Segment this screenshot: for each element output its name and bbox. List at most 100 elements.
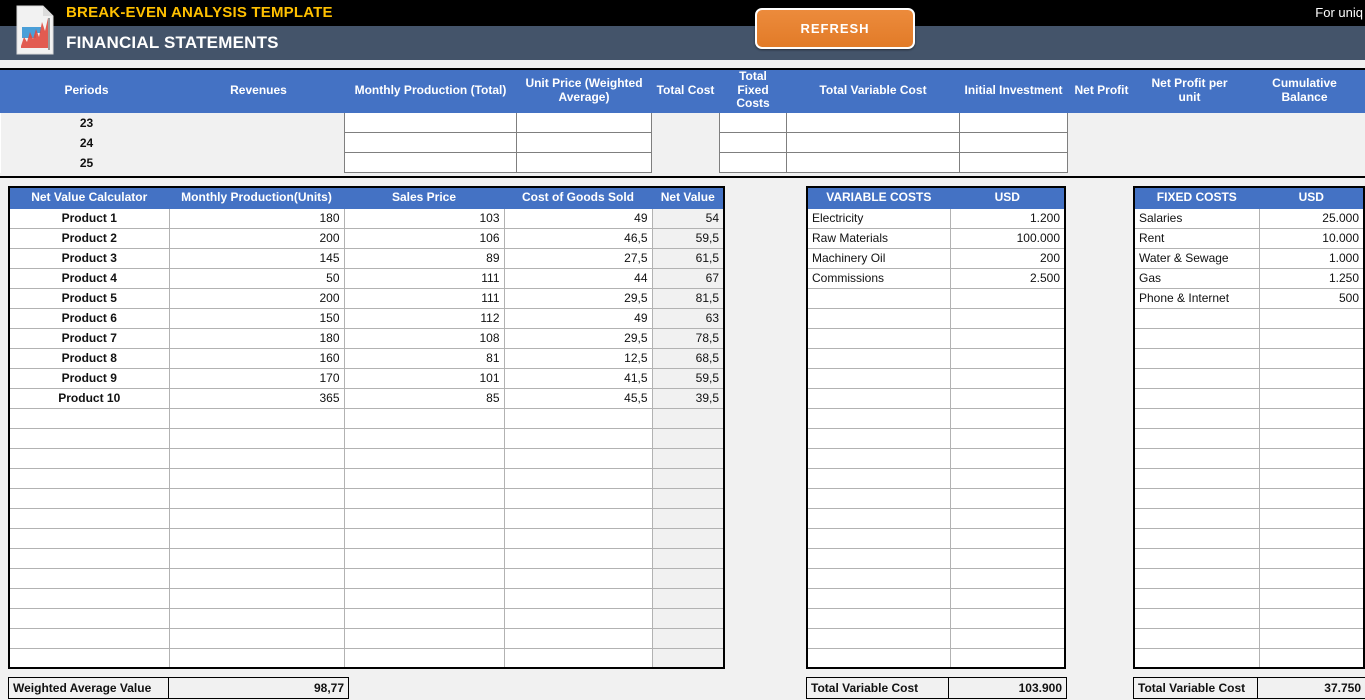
cell-monthly-production[interactable] xyxy=(168,507,345,529)
cell-cost-name[interactable] xyxy=(806,567,951,589)
total-variable-cost-strip[interactable]: Total Variable Cost 103.900 xyxy=(806,677,1067,699)
nvc-row[interactable]: Product 2 200 106 46,5 59,5 xyxy=(8,227,725,249)
variable-cost-row-empty[interactable] xyxy=(806,407,1066,429)
nvc-row[interactable]: Product 8 160 81 12,5 68,5 xyxy=(8,347,725,369)
cell-cost-name[interactable]: Machinery Oil xyxy=(806,247,951,269)
cell-cost-amount[interactable] xyxy=(949,567,1066,589)
cell-monthly-production[interactable]: 365 xyxy=(168,387,345,409)
fixed-cost-row-empty[interactable] xyxy=(1133,567,1365,589)
cell-cost-name[interactable] xyxy=(1133,487,1260,509)
cell-cost-amount[interactable] xyxy=(949,627,1066,649)
cell-cost-amount[interactable] xyxy=(949,647,1066,669)
nvc-empty-row[interactable] xyxy=(8,487,725,509)
cell-total-cost[interactable] xyxy=(651,112,720,133)
cell-product-name[interactable] xyxy=(8,407,170,429)
cell-cost-name[interactable]: Phone & Internet xyxy=(1133,287,1260,309)
cell-cost-of-goods-sold[interactable]: 45,5 xyxy=(503,387,653,409)
cell-cost-amount[interactable] xyxy=(1258,587,1365,609)
cell-sales-price[interactable] xyxy=(343,647,505,669)
cell-initial-investment[interactable] xyxy=(959,112,1068,133)
fixed-cost-row[interactable]: Rent 10.000 xyxy=(1133,227,1365,249)
cell-cost-amount[interactable] xyxy=(949,487,1066,509)
cell-cost-name[interactable] xyxy=(806,627,951,649)
cell-cost-name[interactable] xyxy=(1133,427,1260,449)
financial-table-row[interactable]: 24 xyxy=(0,132,1365,153)
cell-product-name[interactable] xyxy=(8,507,170,529)
cell-cost-amount[interactable] xyxy=(949,307,1066,329)
cell-cost-name[interactable] xyxy=(806,447,951,469)
cell-cost-name[interactable] xyxy=(806,547,951,569)
cell-product-name[interactable]: Product 10 xyxy=(8,387,170,409)
nvc-empty-row[interactable] xyxy=(8,507,725,529)
fixed-cost-row[interactable]: Gas 1.250 xyxy=(1133,267,1365,289)
nvc-empty-row[interactable] xyxy=(8,427,725,449)
cell-cost-of-goods-sold[interactable] xyxy=(503,427,653,449)
fixed-cost-row-empty[interactable] xyxy=(1133,327,1365,349)
cell-cost-amount[interactable] xyxy=(1258,527,1365,549)
variable-cost-row-empty[interactable] xyxy=(806,487,1066,509)
cell-sales-price[interactable] xyxy=(343,567,505,589)
nvc-row[interactable]: Product 4 50 111 44 67 xyxy=(8,267,725,289)
cell-sales-price[interactable]: 85 xyxy=(343,387,505,409)
cell-cost-name[interactable] xyxy=(1133,467,1260,489)
cell-cost-amount[interactable] xyxy=(1258,647,1365,669)
cell-cost-of-goods-sold[interactable]: 49 xyxy=(503,307,653,329)
cell-sales-price[interactable]: 89 xyxy=(343,247,505,269)
cell-cost-name[interactable] xyxy=(806,347,951,369)
cell-net-profit[interactable] xyxy=(1067,132,1136,153)
fixed-cost-row-empty[interactable] xyxy=(1133,467,1365,489)
cell-cost-amount[interactable] xyxy=(1258,307,1365,329)
fixed-costs-table[interactable]: FIXED COSTS USD Salaries 25.000 Rent 10.000… xyxy=(1133,186,1365,669)
cell-cost-amount[interactable] xyxy=(949,527,1066,549)
cell-monthly-production[interactable] xyxy=(168,627,345,649)
cell-product-name[interactable] xyxy=(8,567,170,589)
fixed-cost-row-empty[interactable] xyxy=(1133,407,1365,429)
cell-revenues[interactable] xyxy=(172,112,345,133)
cell-cost-name[interactable] xyxy=(1133,567,1260,589)
fixed-cost-row-empty[interactable] xyxy=(1133,587,1365,609)
cell-cost-amount[interactable] xyxy=(949,587,1066,609)
cell-net-profit[interactable] xyxy=(1067,152,1136,173)
cell-product-name[interactable]: Product 1 xyxy=(8,207,170,229)
cell-monthly-production[interactable]: 180 xyxy=(168,207,345,229)
cell-cost-name[interactable] xyxy=(1133,587,1260,609)
cell-sales-price[interactable] xyxy=(343,547,505,569)
cell-sales-price[interactable]: 108 xyxy=(343,327,505,349)
cell-product-name[interactable] xyxy=(8,527,170,549)
cell-cost-amount[interactable] xyxy=(949,447,1066,469)
fixed-cost-row-empty[interactable] xyxy=(1133,647,1365,669)
nvc-row[interactable]: Product 9 170 101 41,5 59,5 xyxy=(8,367,725,389)
cell-monthly-production[interactable]: 170 xyxy=(168,367,345,389)
cell-cumulative-balance[interactable] xyxy=(1243,132,1365,153)
nvc-empty-row[interactable] xyxy=(8,407,725,429)
cell-product-name[interactable] xyxy=(8,447,170,469)
cell-cost-amount[interactable] xyxy=(1258,347,1365,369)
cell-cost-name[interactable] xyxy=(1133,307,1260,329)
cell-cost-of-goods-sold[interactable]: 49 xyxy=(503,207,653,229)
cell-monthly-production[interactable] xyxy=(344,132,517,153)
cell-cost-of-goods-sold[interactable]: 12,5 xyxy=(503,347,653,369)
nvc-row[interactable]: Product 6 150 112 49 63 xyxy=(8,307,725,329)
cell-cost-amount[interactable] xyxy=(949,427,1066,449)
cell-monthly-production[interactable] xyxy=(344,112,517,133)
cell-sales-price[interactable]: 106 xyxy=(343,227,505,249)
cell-cost-amount[interactable] xyxy=(1258,407,1365,429)
cell-product-name[interactable] xyxy=(8,487,170,509)
cell-cost-name[interactable] xyxy=(806,527,951,549)
cell-product-name[interactable] xyxy=(8,647,170,669)
fixed-cost-row-empty[interactable] xyxy=(1133,307,1365,329)
variable-cost-row-empty[interactable] xyxy=(806,287,1066,309)
cell-cost-name[interactable] xyxy=(1133,387,1260,409)
cell-monthly-production[interactable]: 180 xyxy=(168,327,345,349)
cell-cost-of-goods-sold[interactable] xyxy=(503,587,653,609)
cell-product-name[interactable]: Product 9 xyxy=(8,367,170,389)
nvc-empty-row[interactable] xyxy=(8,467,725,489)
cell-cost-name[interactable] xyxy=(1133,407,1260,429)
nvc-empty-row[interactable] xyxy=(8,567,725,589)
fixed-cost-row-empty[interactable] xyxy=(1133,627,1365,649)
cell-initial-investment[interactable] xyxy=(959,152,1068,173)
cell-cost-name[interactable]: Electricity xyxy=(806,207,951,229)
cell-cost-amount[interactable]: 2.500 xyxy=(949,267,1066,289)
cell-cost-name[interactable]: Raw Materials xyxy=(806,227,951,249)
fixed-cost-row-empty[interactable] xyxy=(1133,367,1365,389)
